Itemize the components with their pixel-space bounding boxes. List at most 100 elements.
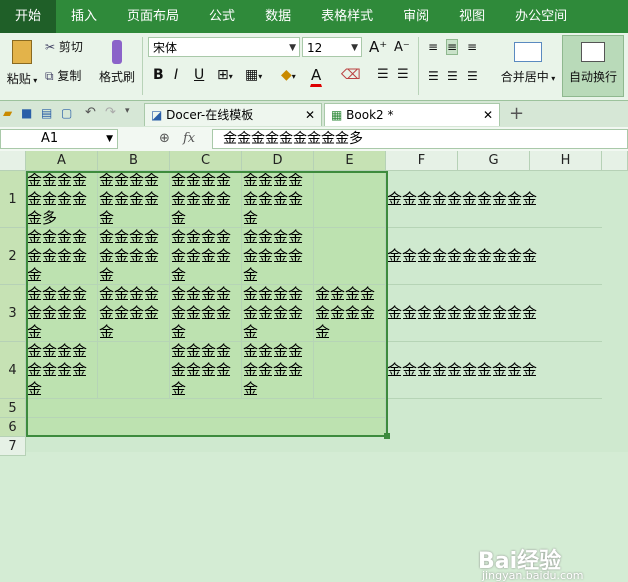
format-painter-button[interactable]: 格式刷 (96, 37, 138, 95)
cell-a3[interactable]: 金金金金金金金金金 (26, 285, 98, 342)
cell-d4[interactable]: 金金金金金金金金金 (242, 342, 314, 399)
cell-e3[interactable]: 金金金金金金金金金 (314, 285, 386, 342)
fill-color-button[interactable]: ◆▾ (280, 66, 297, 84)
spreadsheet-icon: ▦ (331, 108, 343, 122)
cell-e1[interactable] (314, 171, 386, 228)
font-color-button[interactable]: A (310, 65, 323, 87)
menu-tab-review[interactable]: 审阅 (388, 0, 444, 33)
cell-c4[interactable]: 金金金金金金金金金 (170, 342, 242, 399)
cell-d3[interactable]: 金金金金金金金金金 (242, 285, 314, 342)
name-box[interactable]: A1 ▼ (0, 129, 118, 149)
eraser-icon: ⌫ (341, 67, 361, 83)
column-header-g[interactable]: G (458, 151, 530, 171)
cell-a1[interactable]: 金金金金金金金金金多 (26, 171, 98, 228)
close-icon[interactable]: ✕ (483, 104, 493, 127)
menu-tab-table-style[interactable]: 表格样式 (306, 0, 388, 33)
indent-increase-button[interactable]: ☰ (396, 66, 410, 83)
cell-row-5-selection[interactable] (26, 399, 386, 418)
search-icon[interactable]: ⊕ (158, 130, 171, 147)
column-header-i[interactable] (602, 151, 628, 171)
clear-format-button[interactable]: ⌫ (340, 66, 362, 84)
column-header-d[interactable]: D (242, 151, 314, 171)
cell-c3[interactable]: 金金金金金金金金金 (170, 285, 242, 342)
underline-button[interactable]: U (193, 66, 205, 84)
save-icon[interactable]: ■ (20, 105, 33, 121)
cell-f2[interactable]: 金金金金金金金金金金 (386, 228, 602, 285)
paste-button[interactable]: 粘贴 ▾ (4, 37, 40, 95)
cell-c2[interactable]: 金金金金金金金金金 (170, 228, 242, 285)
print-icon[interactable]: ▤ (40, 105, 53, 121)
select-all-corner[interactable] (0, 151, 26, 171)
formula-input[interactable]: 金金金金金金金金金多 (212, 129, 628, 149)
align-center-button[interactable]: ☰ (446, 68, 459, 84)
undo-icon[interactable]: ↶ (84, 104, 97, 121)
tab-book2[interactable]: ▦ Book2 * ✕ (324, 103, 500, 126)
copy-button[interactable]: ⧉ 复制 (44, 66, 96, 86)
cell-a2[interactable]: 金金金金金金金金金 (26, 228, 98, 285)
close-icon[interactable]: ✕ (305, 104, 315, 127)
row-header-7[interactable]: 7 (0, 437, 26, 456)
align-left-button[interactable]: ☰ (427, 68, 440, 84)
cell-f4[interactable]: 金金金金金金金金金金 (386, 342, 602, 399)
print-preview-icon[interactable]: ▢ (60, 105, 73, 121)
column-header-e[interactable]: E (314, 151, 386, 171)
row-header-4[interactable]: 4 (0, 342, 26, 399)
menu-tab-view[interactable]: 视图 (444, 0, 500, 33)
open-folder-icon[interactable]: ▰ (2, 105, 13, 121)
paste-label: 粘贴 (6, 72, 31, 86)
indent-decrease-button[interactable]: ☰ (376, 66, 390, 83)
row-header-6[interactable]: 6 (0, 418, 26, 437)
align-middle-button[interactable]: ≡ (446, 39, 459, 55)
tab-label: Docer-在线模板 (166, 108, 254, 122)
merge-center-button[interactable]: 合并居中 ▾ (496, 37, 560, 95)
wrap-text-button[interactable]: 自动换行 (562, 35, 624, 97)
new-tab-plus-icon[interactable]: + (508, 102, 525, 125)
copy-label: 复制 (57, 69, 82, 83)
column-header-c[interactable]: C (170, 151, 242, 171)
menu-tab-home[interactable]: 开始 (0, 0, 57, 33)
row-header-1[interactable]: 1 (0, 171, 26, 228)
row-header-2[interactable]: 2 (0, 228, 26, 285)
cell-style-button[interactable]: ▦▾ (244, 66, 263, 84)
bold-button[interactable]: B (152, 66, 165, 84)
menu-tab-page-layout[interactable]: 页面布局 (112, 0, 194, 33)
fill-handle[interactable] (384, 433, 390, 439)
cut-button[interactable]: ✂ 剪切 (44, 37, 96, 57)
increase-font-button[interactable]: A⁺ (368, 37, 388, 57)
column-header-b[interactable]: B (98, 151, 170, 171)
menu-tab-office-space[interactable]: 办公空间 (500, 0, 582, 33)
cell-e2[interactable] (314, 228, 386, 285)
cell-a4[interactable]: 金金金金金金金金金 (26, 342, 98, 399)
align-bottom-button[interactable]: ≡ (466, 39, 478, 55)
borders-button[interactable]: ⊞▾ (216, 66, 234, 84)
menu-tab-data[interactable]: 数据 (250, 0, 306, 33)
menu-tab-insert[interactable]: 插入 (56, 0, 112, 33)
decrease-font-button[interactable]: A⁻ (393, 39, 411, 56)
cell-b1[interactable]: 金金金金金金金金金 (98, 171, 170, 228)
cell-d2[interactable]: 金金金金金金金金金 (242, 228, 314, 285)
cell-b3[interactable]: 金金金金金金金金金 (98, 285, 170, 342)
column-header-f[interactable]: F (386, 151, 458, 171)
italic-button[interactable]: I (173, 66, 179, 84)
cell-b2[interactable]: 金金金金金金金金金 (98, 228, 170, 285)
column-header-a[interactable]: A (26, 151, 98, 171)
redo-icon[interactable]: ↷ (104, 104, 117, 121)
cell-f3[interactable]: 金金金金金金金金金金 (386, 285, 602, 342)
cell-row-6-selection[interactable] (26, 418, 386, 437)
row-header-3[interactable]: 3 (0, 285, 26, 342)
column-header-h[interactable]: H (530, 151, 602, 171)
insert-function-icon[interactable]: fx (182, 130, 196, 147)
cell-d1[interactable]: 金金金金金金金金金 (242, 171, 314, 228)
tab-docer-templates[interactable]: ◪ Docer-在线模板 ✕ (144, 103, 322, 126)
cell-b4[interactable] (98, 342, 170, 399)
menu-tab-formulas[interactable]: 公式 (194, 0, 250, 33)
row-header-5[interactable]: 5 (0, 399, 26, 418)
quick-access-more-icon[interactable]: ▾ (124, 105, 131, 117)
font-name-select[interactable]: 宋体 ▼ (148, 37, 300, 57)
cell-f1[interactable]: 金金金金金金金金金金 (386, 171, 602, 228)
align-right-button[interactable]: ☰ (466, 68, 479, 84)
align-top-button[interactable]: ≡ (427, 39, 439, 55)
cell-e4[interactable] (314, 342, 386, 399)
font-size-select[interactable]: 12 ▼ (302, 37, 362, 57)
cell-c1[interactable]: 金金金金金金金金金 (170, 171, 242, 228)
